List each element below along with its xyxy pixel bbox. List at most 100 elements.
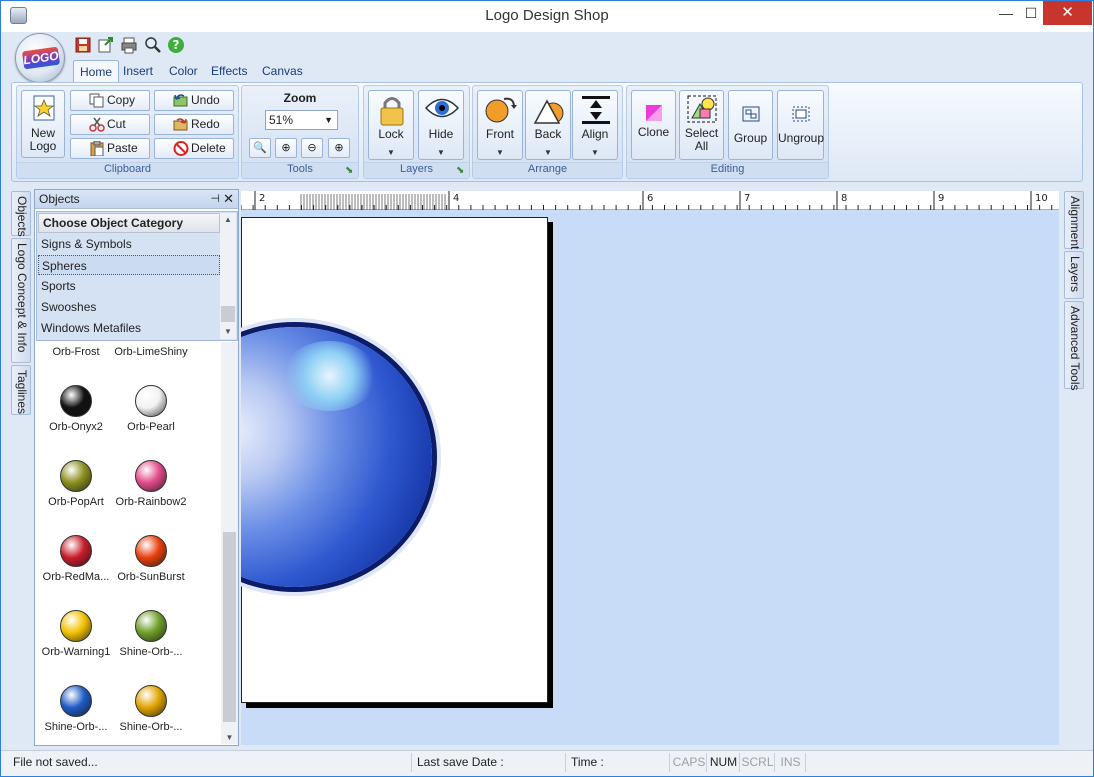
category-scrollbar[interactable]: ▲ ▼ — [220, 213, 236, 339]
object-item-label: Orb-RedMa... — [42, 571, 110, 583]
object-item[interactable]: Orb-LimeShiny — [111, 342, 191, 374]
lock-label: Lock — [378, 127, 404, 141]
hide-button[interactable]: Hide ▼ — [418, 90, 464, 160]
category-item[interactable]: Windows Metafiles — [38, 318, 220, 338]
print-icon[interactable] — [120, 36, 138, 54]
object-item[interactable]: Shine-Orb-... — [36, 679, 116, 744]
tab-advanced-tools[interactable]: Advanced Tools — [1064, 301, 1084, 391]
close-icon[interactable]: ✕ — [223, 190, 234, 208]
close-button[interactable]: ✕ — [1043, 1, 1092, 25]
chevron-down-icon: ▼ — [387, 148, 395, 157]
scroll-up-icon[interactable]: ▲ — [220, 213, 236, 227]
orb-thumbnail — [60, 610, 92, 642]
object-item[interactable]: Orb-Onyx2 — [36, 379, 116, 449]
tools-launcher-icon[interactable]: ⬊ — [345, 165, 356, 176]
save-icon[interactable] — [74, 36, 92, 54]
lock-button[interactable]: Lock ▼ — [368, 90, 414, 160]
tab-logo-concept-label: Logo Concept & Info — [15, 243, 29, 353]
category-item-selected[interactable]: Spheres — [38, 255, 220, 275]
scroll-thumb[interactable] — [223, 532, 236, 722]
zoom-selection-button[interactable]: ⊕ — [328, 138, 350, 158]
group-button[interactable]: Group — [728, 90, 773, 160]
zoom-fit-button[interactable]: 🔍 — [249, 138, 271, 158]
paste-button[interactable]: Paste — [70, 138, 150, 159]
zoom-in-button[interactable]: ⊕ — [275, 138, 297, 158]
object-item-label: Shine-Orb-... — [119, 721, 183, 733]
clone-button[interactable]: Clone — [631, 90, 676, 160]
object-grid: Orb-Frost Orb-LimeShiny Orb-Onyx2 Orb-Pearl… — [36, 342, 221, 744]
object-item[interactable]: Orb-Rainbow2 — [111, 454, 191, 524]
align-button[interactable]: Align ▼ — [572, 90, 618, 160]
delete-button[interactable]: Delete — [154, 138, 234, 159]
tab-color[interactable]: Color — [163, 60, 204, 82]
clipboard-group: New Logo Copy Cut Paste Undo Redo Delete… — [16, 85, 239, 179]
object-item[interactable]: Orb-PopArt — [36, 454, 116, 524]
object-item[interactable]: Orb-Frost — [36, 342, 116, 374]
application-menu-button[interactable]: LOGO — [15, 33, 65, 83]
sphere-object[interactable] — [241, 327, 432, 587]
tab-taglines[interactable]: Taglines — [11, 365, 31, 415]
tab-effects[interactable]: Effects — [205, 60, 253, 82]
ruler-label: 9 — [938, 193, 944, 204]
status-last-save: Last save Date : — [414, 753, 566, 772]
minimize-button[interactable]: — — [992, 1, 1020, 25]
back-label: Back — [534, 127, 562, 141]
scroll-down-icon[interactable]: ▼ — [220, 325, 236, 339]
object-item[interactable]: Orb-SunBurst — [111, 529, 191, 599]
tools-group: Zoom 51% ▼ 🔍 ⊕ ⊖ ⊕ Tools ⬊ — [241, 85, 359, 179]
logo-page[interactable] — [241, 217, 548, 703]
layers-group: Lock ▼ Hide ▼ Layers ⬊ — [363, 85, 470, 179]
clone-label: Clone — [637, 125, 670, 139]
maximize-button[interactable]: ☐ — [1017, 1, 1045, 25]
ruler-ticks: 2 4 6 7 8 9 10 — [241, 191, 1053, 210]
canvas-area[interactable]: 2 4 6 7 8 9 10 — [241, 191, 1059, 745]
tab-layers[interactable]: Layers — [1064, 251, 1084, 299]
tab-insert[interactable]: Insert — [117, 60, 159, 82]
category-item[interactable]: Signs & Symbols — [38, 234, 220, 254]
object-item-label: Orb-LimeShiny — [114, 346, 188, 358]
object-item[interactable]: Orb-RedMa... — [36, 529, 116, 599]
category-item[interactable]: Sports — [38, 276, 220, 296]
status-ins: INS — [776, 753, 806, 772]
preview-icon[interactable] — [144, 36, 162, 54]
tab-logo-concept[interactable]: Logo Concept & Info — [11, 238, 31, 363]
back-button[interactable]: Back ▼ — [525, 90, 571, 160]
object-item[interactable]: Orb-Pearl — [111, 379, 191, 449]
pin-icon[interactable]: ⊣ — [210, 190, 220, 208]
object-item-label: Orb-Rainbow2 — [115, 496, 187, 508]
front-button[interactable]: Front ▼ — [477, 90, 523, 160]
undo-button[interactable]: Undo — [154, 90, 234, 111]
chevron-down-icon: ▼ — [496, 148, 504, 157]
layers-launcher-icon[interactable]: ⬊ — [456, 165, 467, 176]
window-title: Logo Design Shop — [485, 7, 609, 24]
tab-objects[interactable]: Objects — [11, 191, 31, 237]
zoom-out-icon: ⊖ — [307, 142, 317, 154]
cut-button[interactable]: Cut — [70, 114, 150, 135]
copy-button[interactable]: Copy — [70, 90, 150, 111]
tab-home[interactable]: Home — [73, 60, 120, 82]
object-grid-scrollbar[interactable]: ▼ — [221, 342, 238, 744]
lock-icon — [380, 97, 404, 126]
tab-taglines-label: Taglines — [15, 370, 29, 415]
object-item[interactable]: Orb-Warning1 — [36, 604, 116, 674]
tab-canvas[interactable]: Canvas — [256, 60, 309, 82]
objects-panel-title: Objects — [39, 192, 80, 206]
app-window: Logo Design Shop — ☐ ✕ LOGO ? Home Inser… — [0, 0, 1094, 777]
new-logo-button[interactable]: New Logo — [21, 90, 65, 158]
tab-alignment[interactable]: Alignment — [1064, 191, 1084, 249]
redo-button[interactable]: Redo — [154, 114, 234, 135]
object-item-label: Orb-Warning1 — [41, 646, 111, 658]
select-all-button[interactable]: Select All — [679, 90, 724, 160]
object-item[interactable]: Shine-Orb-... — [111, 679, 191, 744]
category-item[interactable]: Swooshes — [38, 297, 220, 317]
object-item-label: Orb-Pearl — [127, 421, 175, 433]
scroll-thumb[interactable] — [221, 306, 235, 322]
zoom-select[interactable]: 51% ▼ — [265, 110, 338, 130]
object-item[interactable]: Shine-Orb-... — [111, 604, 191, 674]
help-icon[interactable]: ? — [167, 36, 185, 54]
ungroup-button[interactable]: Ungroup — [777, 90, 824, 160]
zoom-out-button[interactable]: ⊖ — [301, 138, 323, 158]
category-list[interactable]: Choose Object Category Signs & Symbols S… — [36, 211, 238, 341]
export-icon[interactable] — [97, 36, 115, 54]
scroll-down-icon[interactable]: ▼ — [221, 733, 238, 742]
